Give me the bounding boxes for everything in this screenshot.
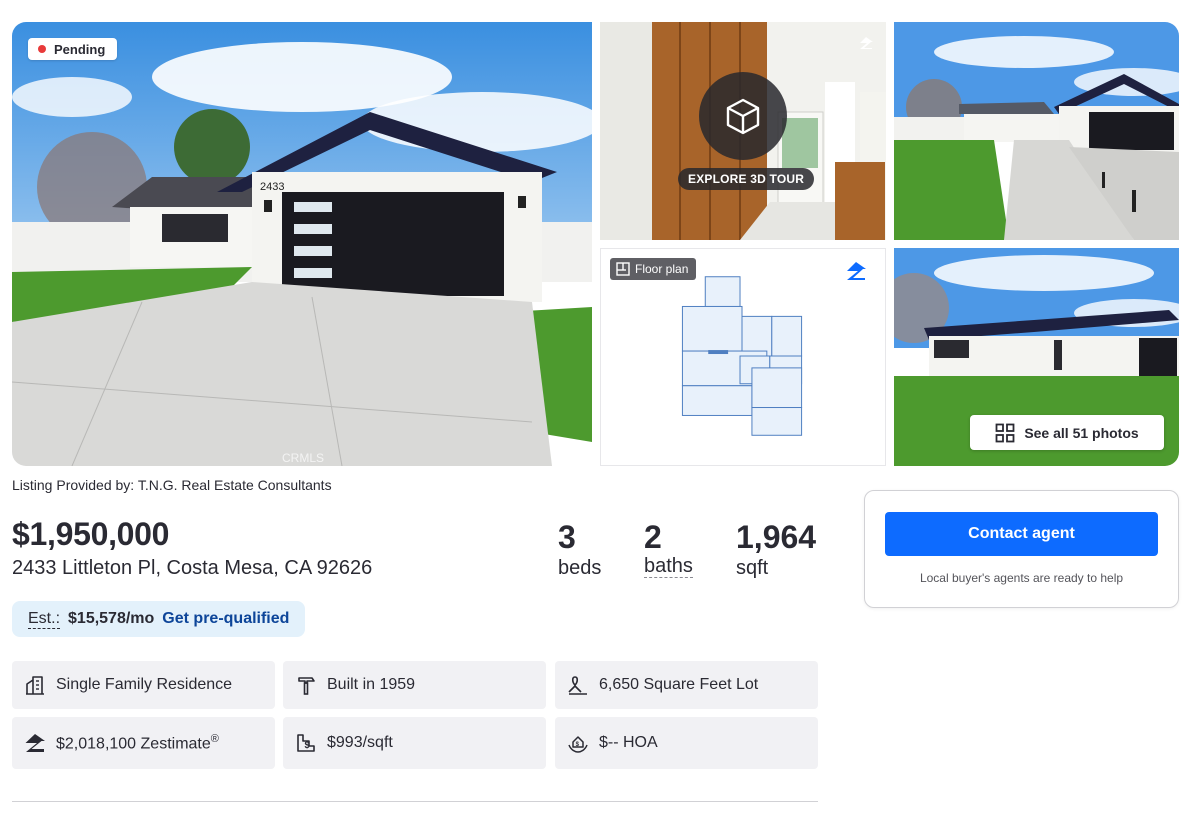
fact-text: $993/sqft — [327, 734, 393, 751]
contact-agent-button[interactable]: Contact agent — [885, 512, 1158, 556]
status-badge-label: Pending — [54, 41, 106, 57]
house-front-image: 2433 CRMLS — [12, 22, 592, 466]
cube-icon — [726, 98, 760, 135]
fact-lot-size: 6,650 Square Feet Lot — [555, 661, 818, 709]
zillow-logo-icon — [860, 37, 873, 49]
floor-plan-image — [601, 249, 885, 465]
contact-note: Local buyer's agents are ready to help — [919, 571, 1124, 585]
baths-stat[interactable]: 2 baths — [644, 519, 693, 578]
exterior-photo-1[interactable] — [894, 22, 1179, 240]
zillow-logo-icon — [847, 262, 866, 280]
status-dot-icon — [38, 45, 46, 53]
baths-label[interactable]: baths — [644, 555, 693, 578]
see-all-photos-button[interactable]: See all 51 photos — [970, 415, 1164, 450]
price-per-sqft-icon: $ — [297, 734, 315, 752]
estimate-value: $15,578/mo — [68, 610, 155, 627]
svg-text:$: $ — [305, 740, 310, 750]
sqft-value: 1,964 — [736, 519, 817, 555]
fact-text: $2,018,100 Zestimate® — [56, 733, 219, 753]
fact-text: 6,650 Square Feet Lot — [599, 676, 759, 693]
floor-plan-icon — [616, 262, 630, 276]
sqft-label: sqft — [736, 557, 769, 579]
explore-3d-tour-button[interactable] — [699, 72, 787, 160]
listing-provider: Listing Provided by: T.N.G. Real Estate … — [12, 477, 332, 493]
sqft-stat: 1,964 sqft — [736, 519, 816, 581]
exterior-photo-2[interactable]: See all 51 photos — [894, 248, 1179, 466]
explore-3d-tour-label[interactable]: EXPLORE 3D TOUR — [678, 168, 815, 190]
fact-home-type: Single Family Residence — [12, 661, 275, 709]
fact-text: Built in 1959 — [327, 676, 416, 693]
beds-stat: 3 beds — [558, 519, 601, 581]
estimated-payment: Est.: $15,578/mo Get pre-qualified — [12, 601, 306, 637]
hoa-icon: $ — [568, 736, 588, 753]
registered-mark: ® — [210, 732, 219, 745]
zestimate-icon — [25, 734, 45, 752]
fact-hoa: $ $-- HOA — [555, 717, 818, 769]
mls-watermark: CRMLS — [282, 451, 324, 465]
status-badge: Pending — [28, 38, 118, 60]
photo-gallery: 2433 CRMLS Pending EXPLORE 3D TOUR Floor… — [12, 22, 1179, 466]
house-side-image — [894, 22, 1179, 240]
building-icon — [26, 676, 44, 695]
listing-price: $1,950,000 — [12, 516, 170, 552]
fact-price-per-sqft: $ $993/sqft — [283, 717, 546, 769]
fact-zestimate[interactable]: $2,018,100 Zestimate® — [12, 717, 275, 769]
lot-icon — [568, 676, 587, 695]
contact-card: Contact agent Local buyer's agents are r… — [864, 490, 1179, 608]
fact-year-built: Built in 1959 — [283, 661, 546, 709]
fact-text: Single Family Residence — [56, 676, 233, 693]
tour-photo[interactable]: EXPLORE 3D TOUR — [600, 22, 886, 240]
baths-value: 2 — [644, 519, 662, 555]
hammer-icon — [298, 677, 315, 695]
fact-text: $-- HOA — [599, 734, 658, 751]
get-prequalified-link[interactable]: Get pre-qualified — [162, 610, 289, 628]
beds-value: 3 — [558, 519, 576, 555]
house-number: 2433 — [260, 181, 284, 193]
section-divider — [12, 801, 818, 802]
floor-plan-label: Floor plan — [635, 262, 689, 276]
beds-label: beds — [558, 557, 602, 579]
grid-icon — [995, 423, 1015, 442]
floor-plan-photo[interactable]: Floor plan — [600, 248, 886, 466]
estimate-label[interactable]: Est.: — [28, 610, 61, 629]
floor-plan-tag[interactable]: Floor plan — [610, 258, 697, 280]
hero-photo[interactable]: 2433 CRMLS Pending — [12, 22, 592, 466]
see-all-photos-label: See all 51 photos — [1024, 424, 1139, 441]
zestimate-value: $2,018,100 Zestimate — [56, 735, 211, 753]
listing-address: 2433 Littleton Pl, Costa Mesa, CA 92626 — [12, 557, 373, 579]
